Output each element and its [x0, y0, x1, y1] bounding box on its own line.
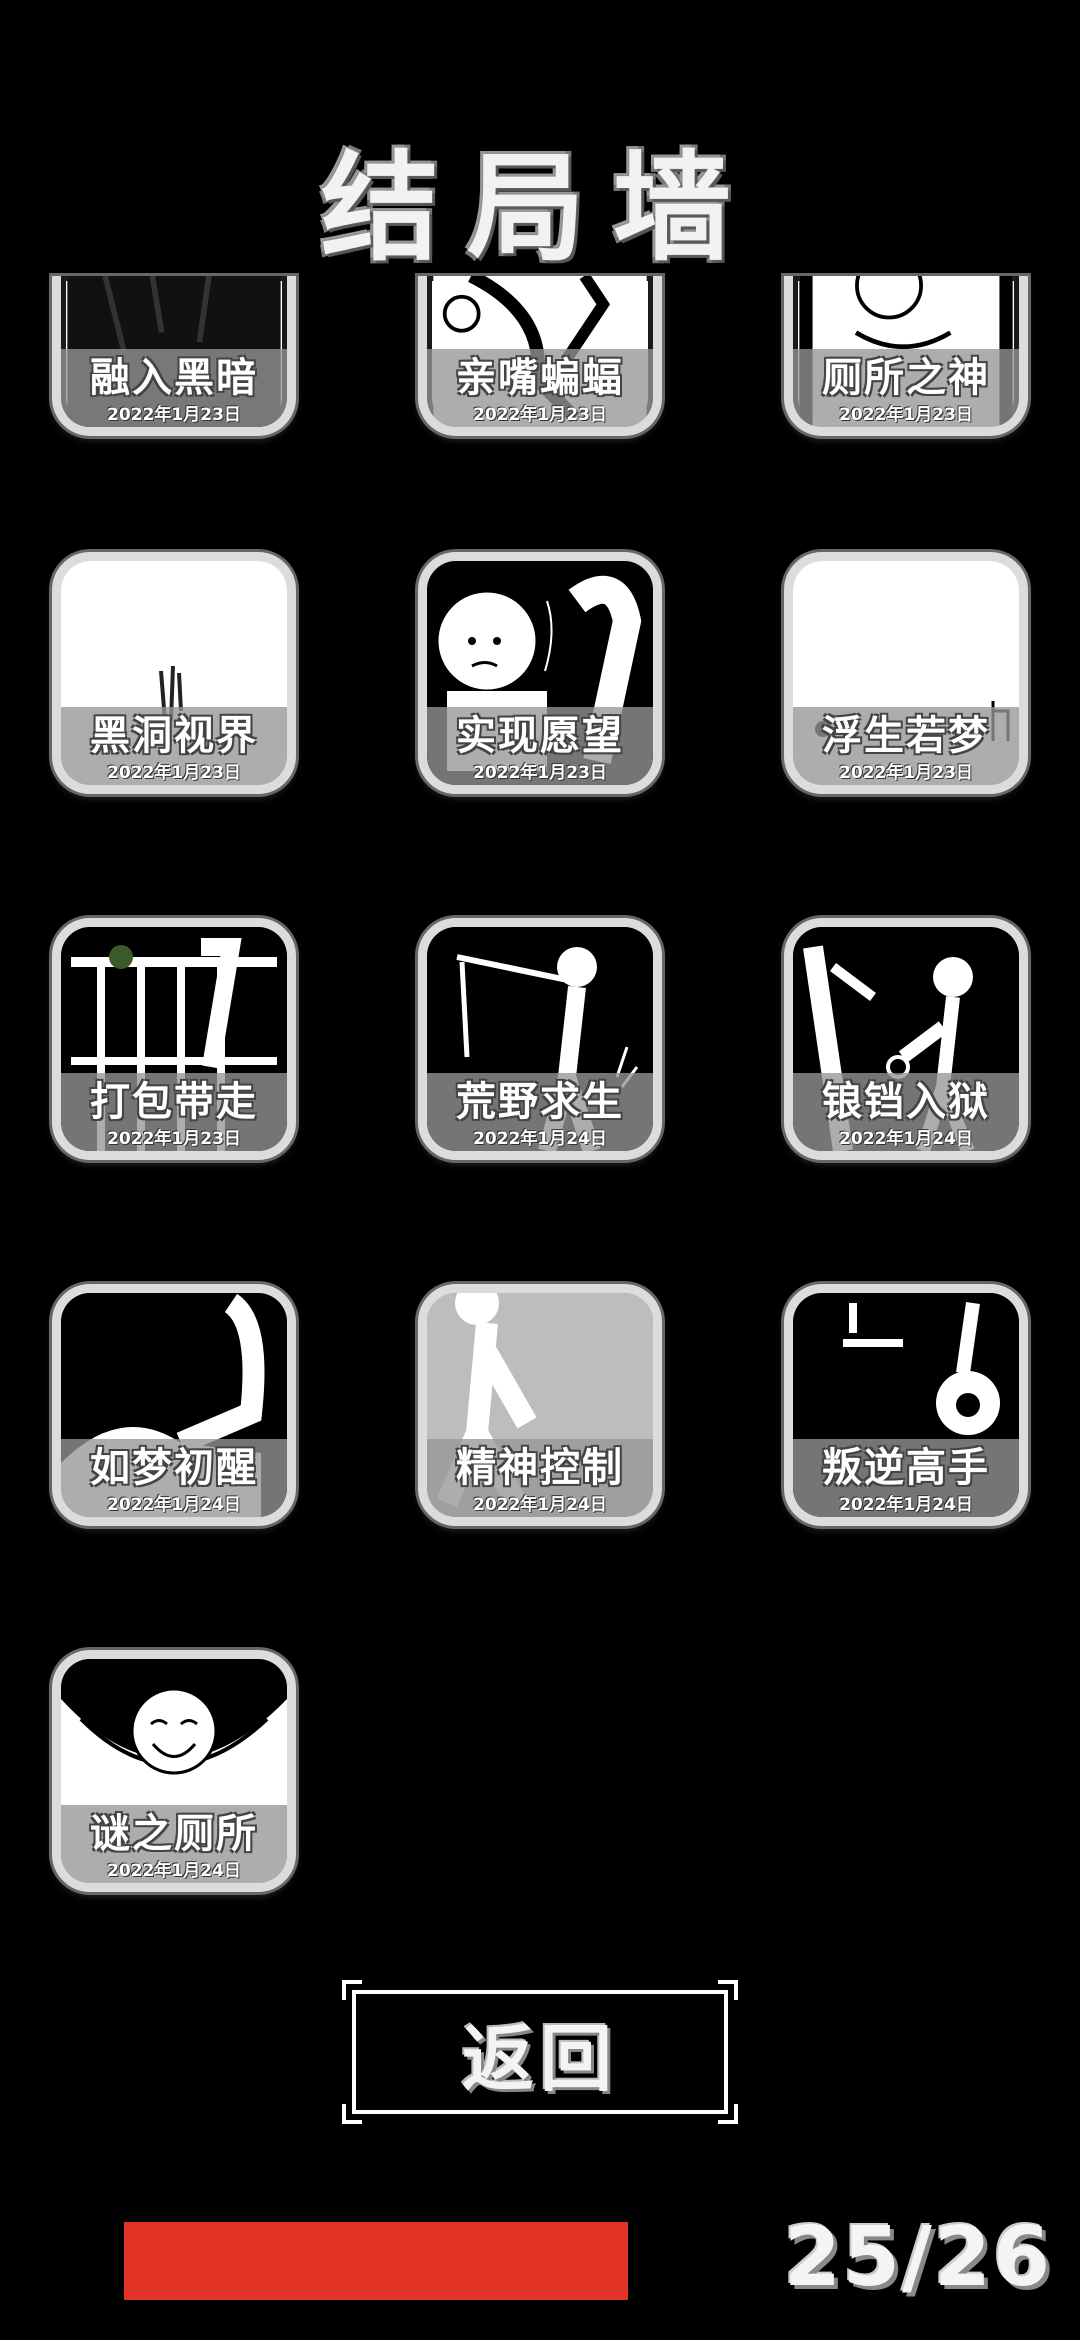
ending-name: 亲嘴蝙蝠: [456, 355, 624, 401]
ending-name: 荒野求生: [456, 1079, 624, 1125]
corner-bracket: [342, 2104, 362, 2124]
ending-card[interactable]: 亲嘴蝙蝠 2022年1月23日: [418, 276, 662, 436]
ending-date: 2022年1月24日: [839, 1495, 973, 1515]
ending-name: 浮生若梦: [822, 713, 990, 759]
ending-date: 2022年1月24日: [107, 1861, 241, 1881]
ending-card[interactable]: 黑洞视界 2022年1月23日: [52, 552, 296, 794]
ending-name: 黑洞视界: [90, 713, 258, 759]
ending-card[interactable]: 如梦初醒 2022年1月24日: [52, 1284, 296, 1526]
ending-date: 2022年1月24日: [107, 1495, 241, 1515]
progress-fill: [124, 2222, 628, 2300]
ending-card[interactable]: 精神控制 2022年1月24日: [418, 1284, 662, 1526]
ending-card[interactable]: 实现愿望 2022年1月23日: [418, 552, 662, 794]
ending-card[interactable]: 谜之厕所 2022年1月24日: [52, 1650, 296, 1892]
ending-grid: 融入黑暗 2022年1月23日 亲嘴蝙蝠 2022年1月23日 厕所之神 202…: [0, 0, 1080, 2340]
ending-name: 实现愿望: [456, 713, 624, 759]
ending-name: 精神控制: [456, 1445, 624, 1491]
corner-bracket: [342, 1980, 362, 2000]
ending-card[interactable]: 融入黑暗 2022年1月23日: [52, 276, 296, 436]
ending-card[interactable]: 厕所之神 2022年1月23日: [784, 276, 1028, 436]
ending-name: 厕所之神: [822, 355, 990, 401]
corner-bracket: [718, 1980, 738, 2000]
ending-date: 2022年1月23日: [107, 1129, 241, 1149]
ending-card[interactable]: 打包带走 2022年1月23日: [52, 918, 296, 1160]
ending-date: 2022年1月23日: [839, 763, 973, 783]
ending-name: 融入黑暗: [90, 355, 258, 401]
ending-card[interactable]: 锒铛入狱 2022年1月24日: [784, 918, 1028, 1160]
ending-date: 2022年1月23日: [107, 763, 241, 783]
back-button-label: 返回: [461, 2016, 618, 2101]
corner-bracket: [718, 2104, 738, 2124]
ending-card[interactable]: 浮生若梦 2022年1月23日: [784, 552, 1028, 794]
progress-count: 25/26: [783, 2210, 1052, 2305]
back-button[interactable]: 返回: [342, 1980, 738, 2124]
ending-name: 如梦初醒: [90, 1445, 258, 1491]
ending-name: 打包带走: [90, 1079, 258, 1125]
ending-name: 谜之厕所: [90, 1811, 258, 1857]
ending-date: 2022年1月23日: [839, 405, 973, 425]
ending-date: 2022年1月23日: [107, 405, 241, 425]
ending-card[interactable]: 叛逆高手 2022年1月24日: [784, 1284, 1028, 1526]
ending-name: 叛逆高手: [822, 1445, 990, 1491]
ending-card[interactable]: 荒野求生 2022年1月24日: [418, 918, 662, 1160]
ending-date: 2022年1月24日: [839, 1129, 973, 1149]
ending-date: 2022年1月23日: [473, 405, 607, 425]
ending-date: 2022年1月24日: [473, 1129, 607, 1149]
ending-name: 锒铛入狱: [822, 1079, 990, 1125]
ending-date: 2022年1月23日: [473, 763, 607, 783]
ending-date: 2022年1月24日: [473, 1495, 607, 1515]
